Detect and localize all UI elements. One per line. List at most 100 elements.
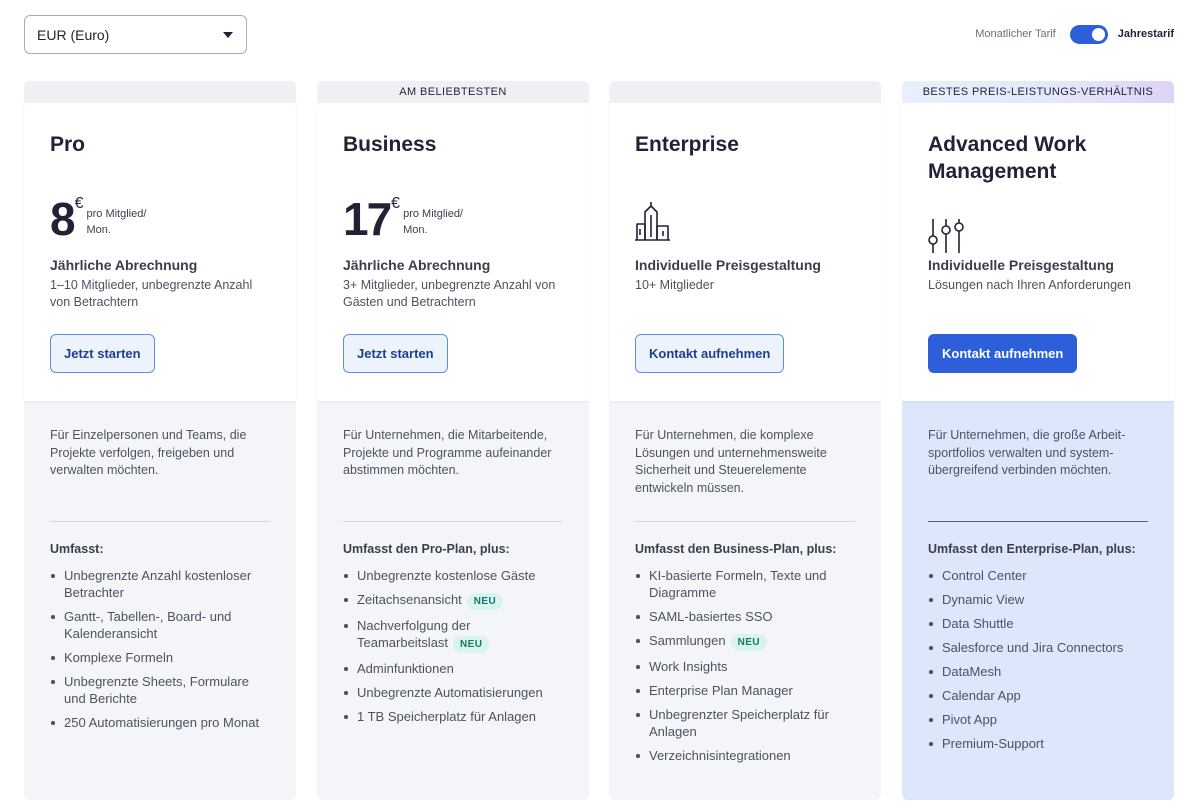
feature-text: Unbegrenzter Speicherplatz für Anlagen <box>649 707 829 739</box>
divider <box>928 521 1148 522</box>
feature-text: Sammlungen <box>649 633 726 648</box>
feature-item: Enterprise Plan Manager <box>635 682 855 699</box>
plan-intro: Für Einzelpersonen und Teams, die Projek… <box>50 428 247 477</box>
price-period: pro Mitglied/ Mon. <box>86 208 147 236</box>
plan-title: Advanced Work Management <box>928 133 1087 183</box>
feature-item: Pivot App <box>928 711 1148 728</box>
feature-item: Unbegrenzter Speicherplatz für Anlagen <box>635 706 855 740</box>
feature-text: Unbegrenzte kostenlose Gäste <box>357 568 536 583</box>
plan-details: Für Unternehmen, die komplexe Lösungen u… <box>609 401 881 764</box>
plan-billing: Jährliche Abrechnung <box>343 257 491 273</box>
plan-banner <box>24 81 296 103</box>
feature-item: Salesforce und Jira Connectors <box>928 639 1148 656</box>
price-period: pro Mitglied/ Mon. <box>403 208 463 236</box>
features-heading: Umfasst: <box>50 542 104 556</box>
feature-item: Unbegrenzte kostenlose Gäste <box>343 567 563 584</box>
feature-item: Premium-Support <box>928 735 1148 752</box>
feature-item: Control Center <box>928 567 1148 584</box>
plan-billing: Individuelle Preisgestaltung <box>928 257 1114 273</box>
feature-text: Dynamic View <box>942 592 1025 607</box>
feature-text: Verzeichnisintegrationen <box>649 748 791 763</box>
feature-text: Unbegrenzte Sheets, Formulare und Berich… <box>64 674 249 706</box>
feature-item: Dynamic View <box>928 591 1148 608</box>
plan-banner: BESTES PREIS-LEISTUNGS-VERHÄLTNIS <box>902 81 1174 103</box>
feature-item: Verzeichnisintegrationen <box>635 747 855 764</box>
plan-intro: Für Unternehmen, die Mitarbeitende, Proj… <box>343 428 552 477</box>
new-badge: NEU <box>453 636 490 653</box>
feature-list: Control Center Dynamic View Data Shuttle Sa… <box>928 567 1148 752</box>
feature-item: Unbegrenzte Anzahl kostenloser Betrachte… <box>50 567 270 601</box>
plan-billing: Individuelle Preisgestaltung <box>635 257 821 273</box>
feature-item: Calendar App <box>928 687 1148 704</box>
billing-toggle[interactable] <box>1069 24 1108 44</box>
annual-label[interactable]: Jahrestarif <box>1118 28 1174 40</box>
feature-item: Nachverfolgung der Teamarbeitslast NEU <box>343 617 563 653</box>
plan-title: Enterprise <box>635 133 739 156</box>
start-button[interactable]: Jetzt starten <box>343 334 448 373</box>
plan-header: Business 17 € pro Mitglied/ Mon. Jährlic… <box>317 103 589 401</box>
feature-item: Zeitachsenansicht NEU <box>343 591 563 610</box>
buildings-icon <box>635 201 671 246</box>
divider <box>50 521 270 522</box>
plan-price: 17 € pro Mitglied/ Mon. <box>343 195 483 243</box>
start-button[interactable]: Jetzt starten <box>50 334 155 373</box>
toggle-knob <box>1091 27 1105 41</box>
new-badge: NEU <box>466 593 504 610</box>
feature-item: Gantt-, Tabellen-, Board- und Kalenderan… <box>50 608 270 642</box>
plan-card-advanced-work-management: BESTES PREIS-LEISTUNGS-VERHÄLTNIS Advanc… <box>902 81 1174 800</box>
feature-text: Data Shuttle <box>942 616 1014 631</box>
new-badge: NEU <box>730 634 767 651</box>
plan-card-pro: Pro 8 € pro Mitglied/ Mon. Jährliche Abr… <box>24 81 296 800</box>
divider <box>635 521 855 522</box>
plan-card-business: AM BELIEBTESTEN Business 17 € pro Mitgli… <box>317 81 589 800</box>
feature-text: Unbegrenzte Anzahl kostenloser Betrachte… <box>64 568 252 600</box>
feature-text: Zeitachsenansicht <box>357 592 462 607</box>
price-amount: 17 <box>343 193 392 245</box>
feature-list: KI-basierte Formeln, Texte und Diagramme… <box>635 567 855 764</box>
feature-text: Pivot App <box>942 712 997 727</box>
feature-text: 1 TB Speicherplatz für Anlagen <box>357 709 536 724</box>
plan-details: Für Unternehmen, die Mitarbeitende, Proj… <box>317 401 589 725</box>
feature-list: Unbegrenzte kostenlose Gäste Zeitachsenan… <box>343 567 563 725</box>
plan-details: Für Unternehmen, die große Arbeit­sportf… <box>902 401 1174 752</box>
feature-item: Adminfunktionen <box>343 660 563 677</box>
feature-item: Unbegrenzte Sheets, Formulare und Berich… <box>50 673 270 707</box>
feature-text: Salesforce und Jira Connectors <box>942 640 1124 655</box>
features-heading: Umfasst den Enterprise-Plan, plus: <box>928 542 1136 556</box>
contact-button[interactable]: Kontakt aufnehmen <box>928 334 1078 373</box>
plan-banner <box>609 81 881 103</box>
plan-header: Pro 8 € pro Mitglied/ Mon. Jährliche Abr… <box>24 103 296 401</box>
plan-price: 8 € pro Mitglied/ Mon. <box>50 195 167 243</box>
plan-description: 1–10 Mitglieder, unbegrenzte Anzahl von … <box>50 278 253 309</box>
plan-details: Für Einzelpersonen und Teams, die Projek… <box>24 401 296 731</box>
plan-intro: Für Unternehmen, die komplexe Lösungen u… <box>635 428 827 495</box>
feature-item: KI-basierte Formeln, Texte und Diagramme <box>635 567 855 601</box>
feature-item: Sammlungen NEU <box>635 632 855 651</box>
features-heading: Umfasst den Business-Plan, plus: <box>635 542 837 556</box>
plan-description: Lösungen nach Ihren Anforderungen <box>928 278 1131 292</box>
divider <box>343 521 563 522</box>
feature-item: Data Shuttle <box>928 615 1148 632</box>
feature-text: Gantt-, Tabellen-, Board- und Kalenderan… <box>64 609 232 641</box>
contact-button[interactable]: Kontakt aufnehmen <box>635 334 785 373</box>
price-currency: € <box>74 195 84 212</box>
feature-text: Premium-Support <box>942 736 1044 751</box>
sliders-icon <box>928 218 964 259</box>
feature-item: SAML-basiertes SSO <box>635 608 855 625</box>
currency-select-value: EUR (Euro) <box>37 26 110 43</box>
feature-text: Enterprise Plan Manager <box>649 683 793 698</box>
plan-description: 3+ Mitglieder, unbegrenzte Anzahl von Gä… <box>343 278 556 309</box>
caret-down-icon <box>223 32 233 38</box>
monthly-label[interactable]: Monatlicher Tarif <box>975 28 1056 40</box>
plan-title: Business <box>343 133 437 156</box>
feature-text: Adminfunktionen <box>357 661 454 676</box>
feature-text: Calendar App <box>942 688 1021 703</box>
plan-header: Advanced Work Management Individuelle Pr… <box>902 103 1174 401</box>
plan-billing: Jährliche Abrechnung <box>50 257 198 273</box>
feature-text: Work Insights <box>649 659 728 674</box>
feature-text: Komplexe Formeln <box>64 650 174 665</box>
currency-select[interactable]: EUR (Euro) <box>24 15 247 54</box>
price-currency: € <box>391 195 401 212</box>
billing-toggle-group: Monatlicher Tarif Jahrestarif <box>975 24 1174 44</box>
feature-item: Work Insights <box>635 658 855 675</box>
